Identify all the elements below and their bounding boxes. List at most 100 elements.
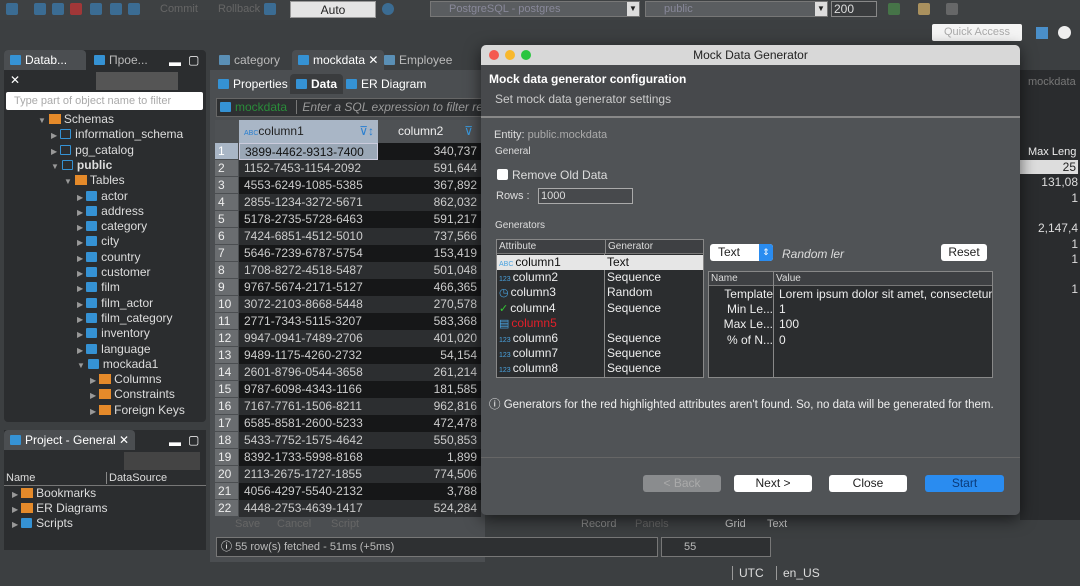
row-number[interactable]: 8	[215, 262, 238, 278]
property-row[interactable]: Max Le... 100	[709, 317, 992, 332]
column-header-column2[interactable]: column2 ⊽	[378, 120, 481, 143]
tree-item[interactable]: ▶ Columns	[90, 372, 162, 387]
tree-item[interactable]: ▶ category	[77, 219, 147, 234]
table-row[interactable]: 9 9767-5674-2171-5127 466,365	[215, 279, 481, 296]
cell-column1[interactable]: 2855-1234-3272-5671	[239, 194, 378, 211]
expand-arrow-icon[interactable]: ▶	[77, 193, 83, 202]
row-number[interactable]: 17	[215, 415, 238, 431]
row-number[interactable]: 21	[215, 483, 238, 499]
cell-column2[interactable]: 3,788	[378, 483, 481, 500]
auto-commit-button[interactable]: Auto	[290, 1, 376, 18]
generator-type-select[interactable]: Text ⇕	[710, 244, 773, 261]
cell-column1[interactable]: 2113-2675-1727-1855	[239, 466, 378, 483]
expand-arrow-icon[interactable]: ▶	[77, 346, 83, 355]
row-number[interactable]: 15	[215, 381, 238, 397]
cell-column2[interactable]: 962,816	[378, 398, 481, 415]
tree-item[interactable]: ▶ film_actor	[77, 296, 153, 311]
table-row[interactable]: 6 7424-6851-4512-5010 737,566	[215, 228, 481, 245]
expand-arrow-icon[interactable]: ▶	[77, 238, 83, 247]
expand-arrow-icon[interactable]: ▶	[77, 223, 83, 232]
table-row[interactable]: 7 5646-7239-6787-5754 153,419	[215, 245, 481, 262]
next-button[interactable]: Next >	[734, 475, 812, 492]
cell-column1[interactable]: 8392-1733-5998-8168	[239, 449, 378, 466]
table-row[interactable]: 4 2855-1234-3272-5671 862,032	[215, 194, 481, 211]
pencil-icon[interactable]	[918, 3, 930, 15]
cell-column2[interactable]: 591,644	[378, 160, 481, 177]
table-row[interactable]: 16 7167-7761-1506-8211 962,816	[215, 398, 481, 415]
table-row[interactable]: 19 8392-1733-5998-8168 1,899	[215, 449, 481, 466]
row-number[interactable]: 12	[215, 330, 238, 346]
collapse-arrow-icon[interactable]: ▼	[64, 177, 72, 186]
tree-item[interactable]: ▶ customer	[77, 265, 151, 280]
tree-item[interactable]: ▶ language	[77, 342, 151, 357]
cell-column1[interactable]: 1708-8272-4518-5487	[239, 262, 378, 279]
row-number[interactable]: 14	[215, 364, 238, 380]
cell-column1[interactable]: 1152-7453-1154-2092	[239, 160, 378, 177]
generator-row[interactable]: ✓ column4 Sequence	[497, 301, 703, 316]
property-row[interactable]: Min Le... 1	[709, 302, 992, 317]
expand-arrow-icon[interactable]: ▶	[77, 330, 83, 339]
connect-icon[interactable]	[6, 3, 18, 15]
generator-row[interactable]: 123 column8 Sequence	[497, 361, 703, 376]
grid-button[interactable]: Grid	[725, 515, 746, 534]
table-row[interactable]: 12 9947-0941-7489-2706 401,020	[215, 330, 481, 347]
table-row[interactable]: 8 1708-8272-4518-5487 501,048	[215, 262, 481, 279]
table-row[interactable]: 18 5433-7752-1575-4642 550,853	[215, 432, 481, 449]
tab-projects[interactable]: Прое...	[88, 50, 154, 70]
script-button[interactable]: Script	[331, 515, 359, 534]
close-icon[interactable]: ✕	[119, 433, 129, 447]
cell-column2[interactable]: 737,566	[378, 228, 481, 245]
reset-button[interactable]: Reset	[941, 244, 987, 261]
row-number[interactable]: 11	[215, 313, 238, 329]
right-tab-mockdata[interactable]: mockdata	[1028, 76, 1076, 88]
cell-column2[interactable]: 367,892	[378, 177, 481, 194]
row-number[interactable]: 20	[215, 466, 238, 482]
minimize-window-button[interactable]	[505, 50, 515, 60]
open-script-icon[interactable]	[128, 3, 140, 15]
tree-item[interactable]: ▶ inventory	[77, 326, 150, 341]
table-row[interactable]: 14 2601-8796-0544-3658 261,214	[215, 364, 481, 381]
row-number[interactable]: 6	[215, 228, 238, 244]
disconnect-icon[interactable]	[52, 3, 64, 15]
cell-column2[interactable]: 1,899	[378, 449, 481, 466]
cell-column1[interactable]: 9787-6098-4343-1166	[239, 381, 378, 398]
minimize-icon[interactable]: ▬	[169, 55, 181, 69]
tree-item[interactable]: ▶ film_category	[77, 311, 173, 326]
cancel-button[interactable]: Cancel	[277, 515, 311, 534]
cell-column1[interactable]: 3072-2103-8668-5448	[239, 296, 378, 313]
collapse-arrow-icon[interactable]: ▼	[51, 162, 59, 171]
generator-row[interactable]: ▤ column5	[497, 316, 703, 331]
tree-item[interactable]: ▶ actor	[77, 189, 128, 204]
maximize-icon[interactable]: ▢	[188, 53, 199, 67]
expand-arrow-icon[interactable]: ▶	[77, 254, 83, 263]
sql-editor-icon[interactable]	[70, 3, 82, 15]
generator-row[interactable]: 123 column2 Sequence	[497, 270, 703, 285]
cell-column1[interactable]: 9489-1175-4260-2732	[239, 347, 378, 364]
project-item-scripts[interactable]: ▶ Scripts	[12, 516, 73, 531]
new-script-icon[interactable]	[110, 3, 122, 15]
cell-column1[interactable]: 9767-5674-2171-5127	[239, 279, 378, 296]
tree-item[interactable]: ▶ city	[77, 234, 119, 249]
transaction-mode-icon[interactable]	[264, 3, 276, 15]
cell-column2[interactable]: 472,478	[378, 415, 481, 432]
close-window-button[interactable]	[489, 50, 499, 60]
row-number[interactable]: 18	[215, 432, 238, 448]
property-row[interactable]: % of N... 0	[709, 333, 992, 348]
cell-column1[interactable]: 3899-4462-9313-7400	[239, 143, 378, 160]
rows-input[interactable]: 1000	[538, 188, 633, 204]
cell-column2[interactable]: 153,419	[378, 245, 481, 262]
schema-select[interactable]: public ▼	[645, 1, 828, 17]
filter-sort-icon[interactable]: ⊽	[464, 120, 473, 143]
close-icon[interactable]: ✕	[368, 53, 378, 67]
cell-column1[interactable]: 6585-8581-2600-5233	[239, 415, 378, 432]
expand-arrow-icon[interactable]: ▶	[77, 284, 83, 293]
new-connection-icon[interactable]	[34, 3, 46, 15]
property-row[interactable]: Template Lorem ipsum dolor sit amet, cons…	[709, 287, 992, 302]
tab-employee[interactable]: Employee	[378, 50, 458, 70]
script-icon[interactable]	[90, 3, 102, 15]
expand-arrow-icon[interactable]: ▶	[77, 315, 83, 324]
result-limit-input[interactable]: 200	[831, 1, 877, 17]
tree-item[interactable]: ▶ country	[77, 250, 141, 265]
tree-item[interactable]: ▶ pg_catalog	[51, 143, 134, 158]
generator-row[interactable]: 123 column7 Sequence	[497, 346, 703, 361]
